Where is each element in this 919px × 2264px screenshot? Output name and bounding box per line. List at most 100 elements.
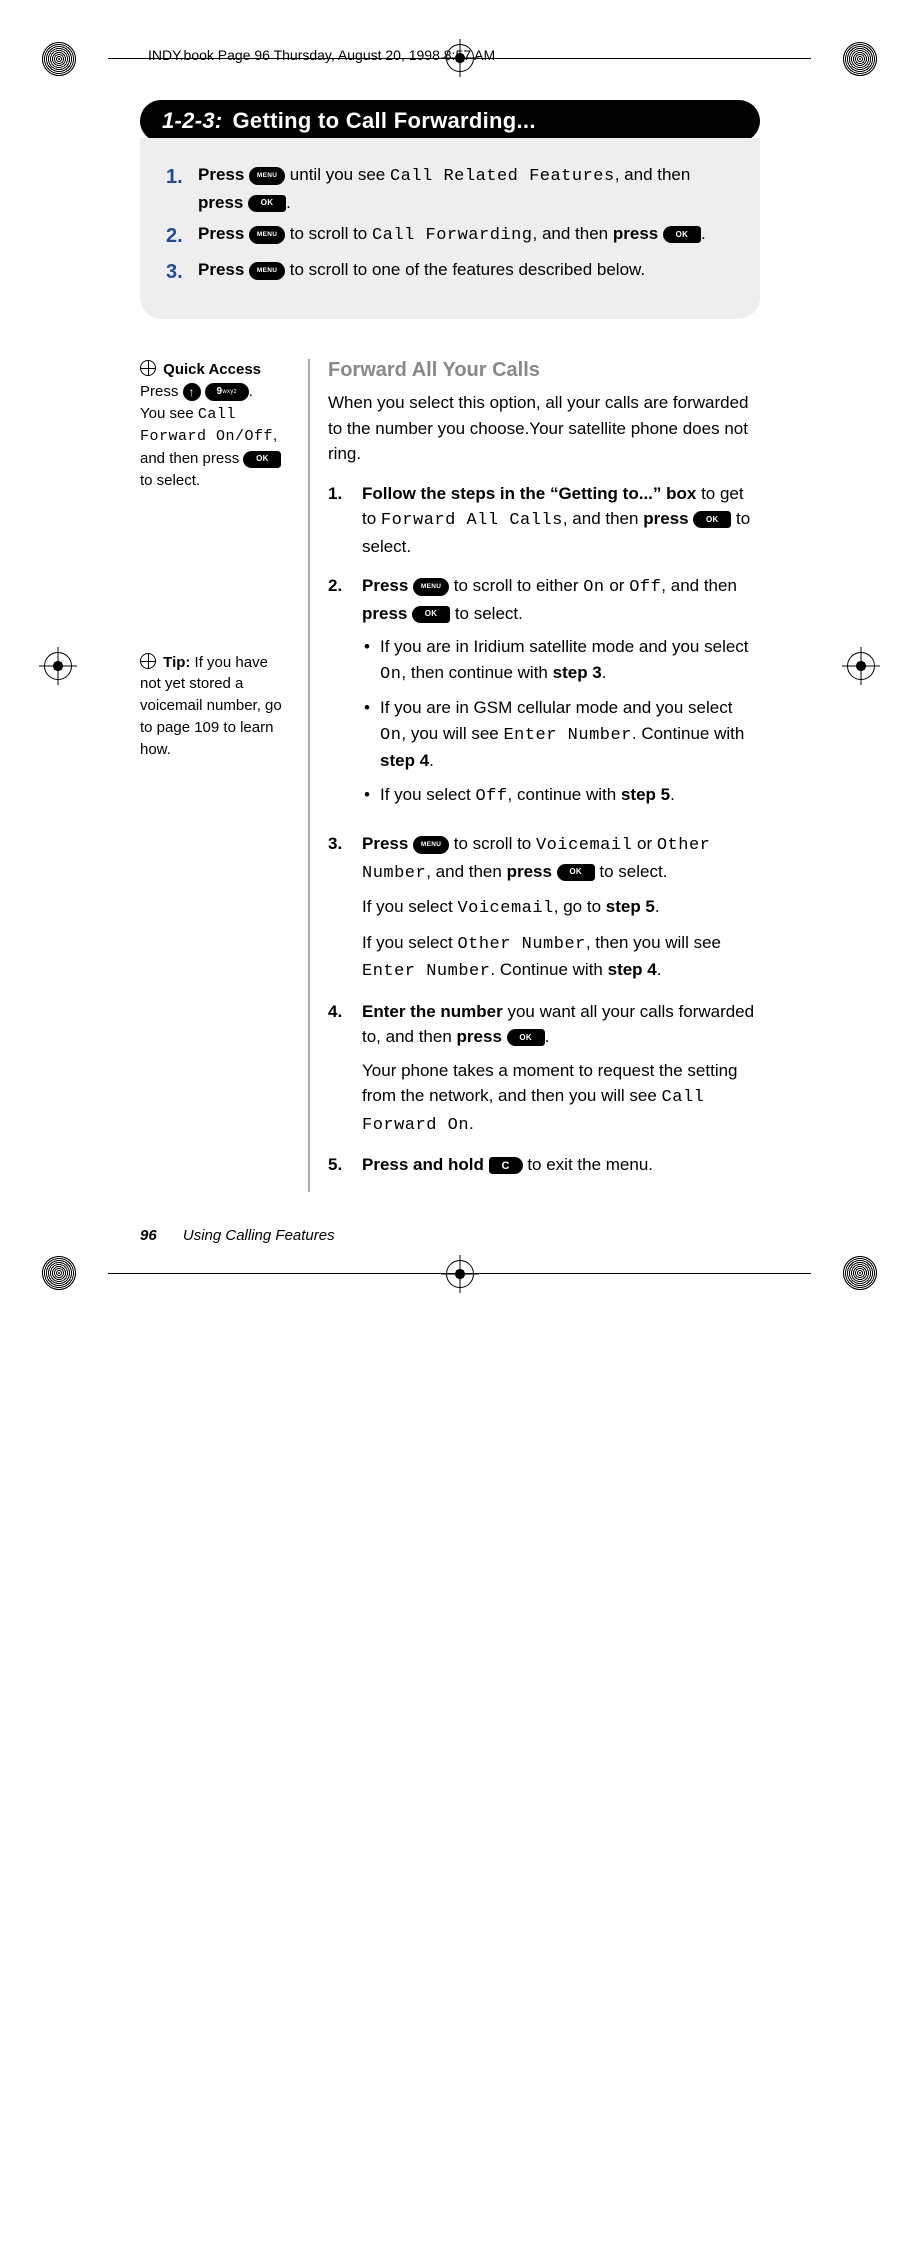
registration-cross-icon xyxy=(44,652,72,680)
lcd-text: Enter Number xyxy=(503,726,631,745)
running-head: INDY.book Page 96 Thursday, August 20, 1… xyxy=(148,47,495,63)
step-ref: step 4 xyxy=(608,960,657,979)
lcd-text: Voicemail xyxy=(457,899,553,918)
procedure-step: Follow the steps in the “Getting to...” … xyxy=(328,481,760,560)
step-text: . xyxy=(655,897,660,916)
lcd-text: Forward All Calls xyxy=(381,511,563,530)
crop-mark-icon xyxy=(42,42,76,76)
note-label: Quick Access xyxy=(163,361,261,378)
bullet-list: If you are in Iridium satellite mode and… xyxy=(362,634,760,809)
bullet-text: If you are in Iridium satellite mode and… xyxy=(380,637,749,656)
procedure-step: Press to scroll to either On or Off , and… xyxy=(328,573,760,817)
step-text: to scroll to either xyxy=(449,576,583,595)
press-label: Press xyxy=(198,165,249,184)
step-ref: step 5 xyxy=(606,897,655,916)
step-text: , go to xyxy=(554,897,606,916)
step-text: to scroll to one of the features describ… xyxy=(290,260,645,279)
ok-key-icon xyxy=(693,511,731,528)
registration-cross-icon xyxy=(446,1260,474,1288)
step-text: If you select xyxy=(362,897,457,916)
ok-key-icon xyxy=(243,451,281,468)
step-text: , and then xyxy=(563,509,643,528)
getting-to-box: 1. Press until you see Call Related Feat… xyxy=(140,138,760,319)
subsection-title: Forward All Your Calls xyxy=(328,359,760,382)
c-key-icon xyxy=(489,1157,523,1174)
step-ref: step 3 xyxy=(553,663,602,682)
menu-key-icon xyxy=(413,836,449,854)
ok-key-icon xyxy=(248,195,286,212)
bullet-text: If you are in GSM cellular mode and you … xyxy=(380,698,732,717)
lcd-text: On xyxy=(380,665,401,684)
press-label: Press xyxy=(362,834,413,853)
step-number: 1. xyxy=(166,162,188,215)
chapter-title: Using Calling Features xyxy=(183,1227,335,1244)
step-text: . Continue with xyxy=(490,960,607,979)
step-number: 3. xyxy=(166,257,188,287)
press-label: press xyxy=(613,224,663,243)
crop-rule xyxy=(108,1273,811,1274)
procedure-step: Press and hold to exit the menu. xyxy=(328,1152,760,1178)
lcd-text: Off xyxy=(475,787,507,806)
box-step-1: 1. Press until you see Call Related Feat… xyxy=(166,162,734,215)
lcd-text: On xyxy=(380,726,401,745)
step-text: . xyxy=(469,1114,474,1133)
bullet-text: . xyxy=(429,751,434,770)
heading-number: 1-2-3: xyxy=(162,108,223,134)
procedure-list: Follow the steps in the “Getting to...” … xyxy=(328,481,760,1178)
heading-title: Getting to Call Forwarding... xyxy=(233,108,536,134)
press-label: press xyxy=(457,1027,507,1046)
press-label: Press xyxy=(362,576,413,595)
step-bold: Press and hold xyxy=(362,1155,489,1174)
main-column: Forward All Your Calls When you select t… xyxy=(308,359,760,1192)
bullet-text: . xyxy=(602,663,607,682)
ok-key-icon xyxy=(663,226,701,243)
procedure-step: Enter the number you want all your calls… xyxy=(328,999,760,1139)
crop-mark-icon xyxy=(843,1256,877,1290)
press-label: press xyxy=(643,509,693,528)
ok-key-icon xyxy=(507,1029,545,1046)
bullet-text: , continue with xyxy=(508,785,621,804)
page-footer: 96 Using Calling Features xyxy=(140,1227,335,1244)
sub-paragraph: Your phone takes a moment to request the… xyxy=(362,1058,760,1139)
procedure-step: Press to scroll to Voicemail or Other Nu… xyxy=(328,831,760,985)
nine-key-icon xyxy=(205,383,249,401)
globe-icon xyxy=(140,360,156,376)
step-text: to select. xyxy=(595,862,668,881)
tip-note: Tip: If you have not yet stored a voicem… xyxy=(140,652,290,761)
step-text: , and then xyxy=(661,576,737,595)
sub-paragraph: If you select Other Number, then you wil… xyxy=(362,930,760,985)
ok-key-icon xyxy=(557,864,595,881)
box-step-3: 3. Press to scroll to one of the feature… xyxy=(166,257,734,287)
note-text: You see xyxy=(140,405,198,422)
up-key-icon xyxy=(183,383,201,401)
step-ref: step 5 xyxy=(621,785,670,804)
menu-key-icon xyxy=(249,167,285,185)
step-number: 2. xyxy=(166,221,188,251)
note-label: Tip: xyxy=(163,654,190,671)
press-label: Press xyxy=(198,260,249,279)
lcd-text: Voicemail xyxy=(536,836,632,855)
section-heading-pill: 1-2-3: Getting to Call Forwarding... xyxy=(140,100,760,142)
bullet-item: If you select Off, continue with step 5. xyxy=(362,782,760,810)
step-text: , and then xyxy=(533,224,613,243)
intro-paragraph: When you select this option, all your ca… xyxy=(328,390,760,467)
step-text: or xyxy=(632,834,657,853)
step-ref: step 4 xyxy=(380,751,429,770)
crop-mark-icon xyxy=(843,42,877,76)
lcd-text: Other Number xyxy=(457,935,585,954)
globe-icon xyxy=(140,653,156,669)
bullet-text: , you will see xyxy=(401,724,503,743)
step-text: If you select xyxy=(362,933,457,952)
step-text: . xyxy=(545,1027,550,1046)
step-text: , then you will see xyxy=(586,933,721,952)
bullet-text: , then continue with xyxy=(401,663,552,682)
lcd-text: Call Forwarding xyxy=(372,226,533,245)
step-text: to exit the menu. xyxy=(523,1155,653,1174)
step-text: or xyxy=(605,576,630,595)
ok-key-icon xyxy=(412,606,450,623)
registration-cross-icon xyxy=(847,652,875,680)
press-label: press xyxy=(507,862,557,881)
lcd-text: Call Related Features xyxy=(390,167,615,186)
bullet-item: If you are in Iridium satellite mode and… xyxy=(362,634,760,687)
menu-key-icon xyxy=(249,262,285,280)
